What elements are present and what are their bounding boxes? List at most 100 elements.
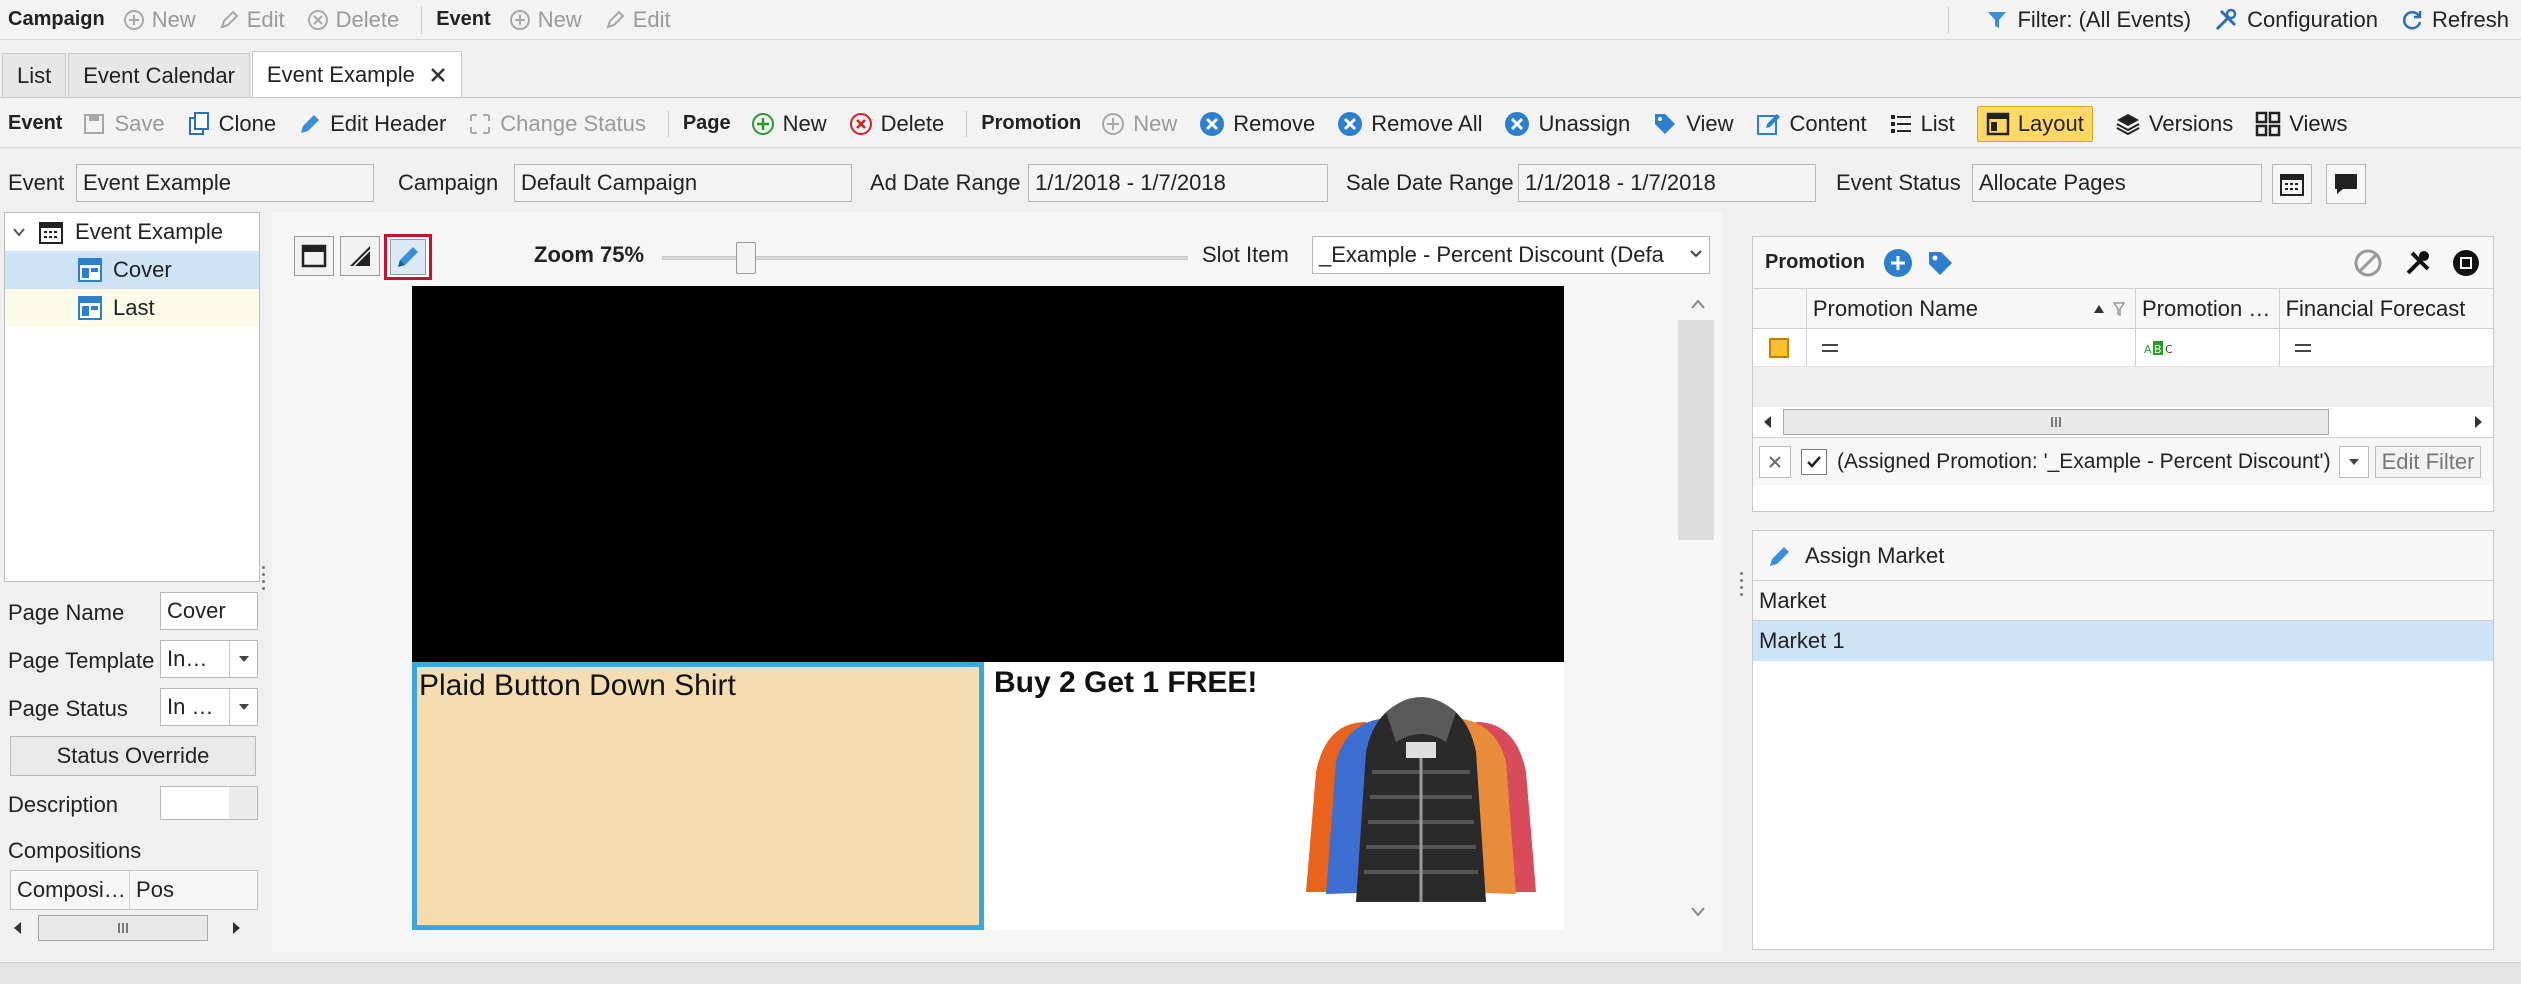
zoom-slider-thumb[interactable]: [736, 242, 756, 274]
draw-mode-button[interactable]: [384, 234, 432, 280]
event-status-field[interactable]: Allocate Pages: [1972, 164, 2262, 202]
campaign-field[interactable]: Default Campaign: [514, 164, 852, 202]
assign-market-title: Assign Market: [1805, 542, 1945, 568]
content-button[interactable]: Content: [1756, 111, 1867, 137]
select-mode-button[interactable]: [294, 236, 334, 276]
compositions-col-header[interactable]: Composi…: [11, 871, 131, 909]
promotion-name-col-header[interactable]: Promotion Name: [1807, 289, 2136, 328]
comments-button[interactable]: [2326, 164, 2366, 204]
description-field[interactable]: [160, 786, 258, 820]
tab-event-example[interactable]: Event Example: [251, 51, 462, 97]
scroll-thumb[interactable]: [38, 915, 208, 941]
tools-icon[interactable]: [2403, 248, 2433, 278]
edit-filter-button[interactable]: Edit Filter: [2374, 445, 2482, 478]
promotion-hscrollbar[interactable]: [1753, 407, 2493, 437]
shape-mode-button[interactable]: [340, 236, 380, 276]
page-template-select[interactable]: In…: [160, 640, 258, 678]
campaign-edit-button[interactable]: Edit: [218, 7, 285, 33]
tree-node-cover[interactable]: Cover: [5, 251, 259, 289]
filter-cell-name[interactable]: [1807, 329, 2136, 366]
left-splitter[interactable]: [262, 566, 266, 590]
views-button[interactable]: Views: [2255, 111, 2348, 137]
filter-button[interactable]: Filter: (All Events): [1985, 7, 2191, 33]
tree-node-last[interactable]: Last: [5, 289, 259, 327]
header-banner-slot[interactable]: [412, 286, 1564, 662]
promotion-new-button[interactable]: New: [1101, 111, 1177, 137]
list-view-button[interactable]: List: [1889, 111, 1955, 137]
ad-date-range-field[interactable]: 1/1/2018 - 1/7/2018: [1028, 164, 1328, 202]
pencil-icon: [394, 243, 422, 271]
page-canvas[interactable]: Plaid Button Down Shirt Buy 2 Get 1 FREE…: [412, 286, 1564, 930]
tab-list[interactable]: List: [2, 53, 67, 97]
delete-circle-icon: [849, 112, 873, 136]
position-col-header[interactable]: Pos: [130, 871, 257, 909]
filter-cell-type[interactable]: ABC: [2136, 329, 2280, 366]
page-layout-icon: [77, 295, 103, 321]
scroll-down-icon[interactable]: [1686, 900, 1710, 924]
collapse-chevron-icon[interactable]: [11, 224, 27, 240]
campaign-new-button[interactable]: New: [123, 7, 196, 33]
filter-cell-forecast[interactable]: [2280, 329, 2493, 366]
expand-arrows-icon: [468, 112, 492, 136]
clone-button[interactable]: Clone: [187, 111, 276, 137]
event-new-button[interactable]: New: [509, 7, 582, 33]
disable-icon[interactable]: [2353, 248, 2383, 278]
scroll-left-icon[interactable]: [1761, 414, 1775, 430]
filter-dropdown-button[interactable]: [2338, 445, 2369, 478]
status-strip: [0, 962, 2521, 984]
page-status-select[interactable]: In …: [160, 688, 258, 726]
save-button[interactable]: Save: [82, 111, 165, 137]
tag-icon[interactable]: [1925, 248, 1955, 278]
right-splitter[interactable]: [1740, 572, 1744, 596]
row-selector[interactable]: [1753, 329, 1807, 366]
market-row[interactable]: Market 1: [1753, 621, 2493, 661]
clear-filter-button[interactable]: [1759, 445, 1791, 478]
svg-text:C: C: [2165, 343, 2173, 356]
separator: [1948, 7, 1950, 33]
column-filter-icon[interactable]: [2112, 301, 2125, 316]
unassign-button[interactable]: Unassign: [1504, 111, 1630, 137]
close-icon[interactable]: [429, 66, 447, 84]
promotion-slot[interactable]: Buy 2 Get 1 FREE!: [986, 662, 1564, 930]
filter-enabled-checkbox[interactable]: [1801, 448, 1827, 475]
refresh-button[interactable]: Refresh: [2400, 7, 2509, 33]
scroll-thumb[interactable]: [1783, 409, 2329, 435]
market-col-header[interactable]: Market: [1753, 581, 2493, 621]
scroll-right-icon[interactable]: [228, 920, 244, 936]
versions-button[interactable]: Versions: [2115, 111, 2233, 137]
promotion-type-col-header[interactable]: Promotion …: [2136, 289, 2280, 328]
compositions-hscrollbar[interactable]: [10, 914, 258, 942]
scroll-up-icon[interactable]: [1686, 292, 1710, 316]
edit-header-button[interactable]: Edit Header: [298, 111, 446, 137]
page-name-field[interactable]: Cover: [160, 592, 258, 630]
status-override-button[interactable]: Status Override: [10, 736, 256, 776]
sale-date-range-field[interactable]: 1/1/2018 - 1/7/2018: [1518, 164, 1816, 202]
page-delete-button[interactable]: Delete: [849, 110, 945, 137]
scroll-right-icon[interactable]: [2471, 414, 2485, 430]
remove-all-button[interactable]: Remove All: [1337, 111, 1482, 137]
assign-market-header[interactable]: Assign Market: [1753, 531, 2493, 581]
view-button[interactable]: View: [1652, 111, 1734, 137]
remove-button[interactable]: Remove: [1199, 111, 1315, 137]
tab-event-calendar[interactable]: Event Calendar: [68, 53, 250, 97]
configuration-button[interactable]: Configuration: [2213, 7, 2378, 33]
event-name-field[interactable]: Event Example: [76, 164, 374, 202]
scroll-left-icon[interactable]: [10, 920, 26, 936]
canvas-vscroll-thumb[interactable]: [1678, 320, 1714, 540]
tab-label: List: [17, 62, 52, 88]
page-new-button[interactable]: New: [751, 111, 827, 137]
unassign-label: Unassign: [1538, 110, 1631, 136]
description-scrollbar[interactable]: [229, 787, 257, 819]
financial-forecast-col-header[interactable]: Financial Forecast: [2280, 289, 2493, 328]
event-edit-button[interactable]: Edit: [604, 7, 671, 33]
layout-view-button[interactable]: Layout: [1976, 105, 2093, 142]
tree-node-event[interactable]: Event Example: [5, 213, 259, 251]
campaign-delete-button[interactable]: Delete: [307, 7, 399, 33]
add-promotion-icon[interactable]: [1883, 248, 1913, 278]
product-slot-selected[interactable]: Plaid Button Down Shirt: [412, 662, 984, 930]
page-delete-label: Delete: [880, 110, 945, 136]
stop-icon[interactable]: [2451, 248, 2481, 278]
slot-item-select[interactable]: _Example - Percent Discount (Defa: [1312, 236, 1710, 274]
calendar-button[interactable]: [2272, 164, 2312, 204]
change-status-button[interactable]: Change Status: [468, 111, 646, 137]
